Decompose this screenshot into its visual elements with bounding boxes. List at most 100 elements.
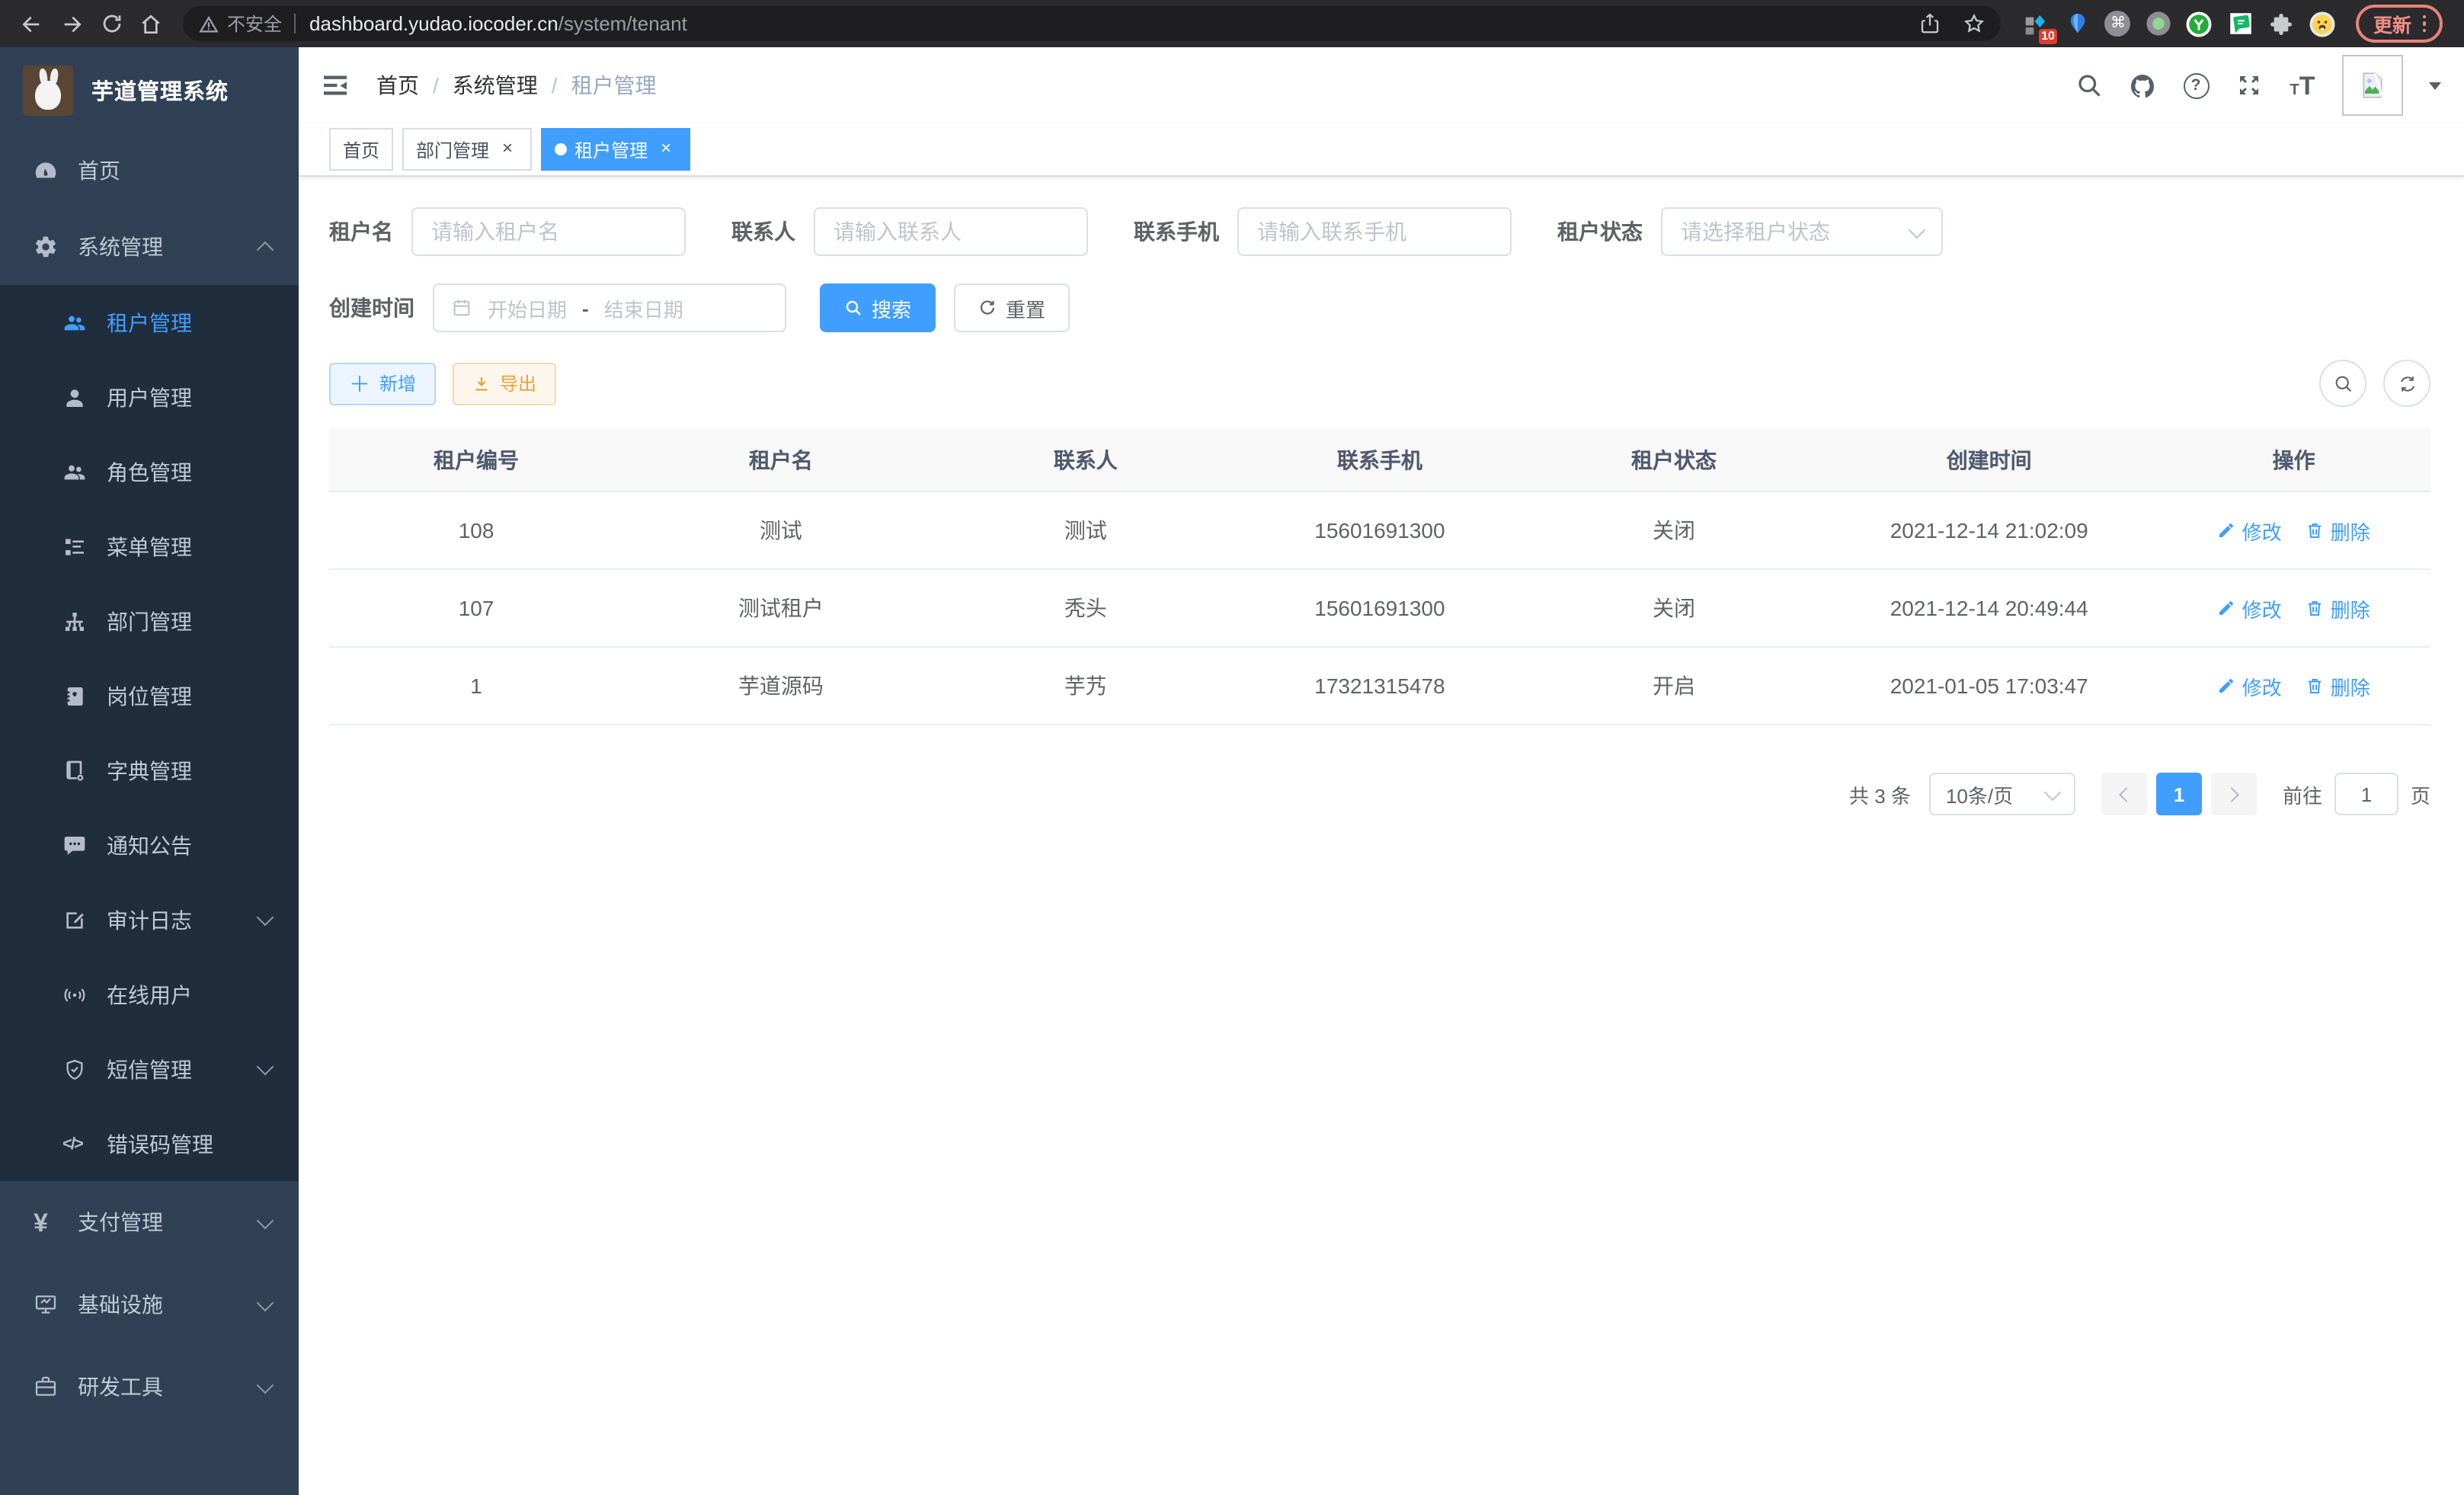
extension-balloon-icon[interactable] — [2064, 10, 2091, 37]
edit-link[interactable]: 修改 — [2218, 516, 2282, 545]
sidebar-logo[interactable]: 芋道管理系统 — [0, 47, 299, 133]
sidebar-item-label: 租户管理 — [107, 307, 192, 338]
font-size-icon[interactable]: TT — [2289, 72, 2316, 99]
home-icon[interactable] — [131, 4, 171, 43]
sidebar-collapse-icon[interactable] — [320, 70, 350, 101]
extensions-puzzle-icon[interactable] — [2268, 10, 2296, 37]
sidebar-item-menu[interactable]: 菜单管理 — [0, 509, 299, 584]
extension-badge: 10 — [2038, 28, 2058, 43]
avatar-dropdown-caret-icon[interactable] — [2429, 82, 2441, 89]
message-icon — [62, 833, 87, 857]
breadcrumb-home[interactable]: 首页 — [376, 70, 419, 101]
export-button[interactable]: 导出 — [453, 362, 556, 405]
status-label: 租户状态 — [1557, 216, 1643, 247]
forward-icon[interactable] — [52, 4, 91, 43]
chevron-left-icon — [2119, 786, 2134, 802]
extension-recorder-icon[interactable] — [2145, 10, 2172, 37]
browser-menu-icon[interactable] — [2422, 15, 2426, 33]
add-button[interactable]: ＋ 新增 — [329, 362, 436, 405]
tab-tenant[interactable]: 租户管理 × — [541, 128, 690, 171]
sidebar-item-notice[interactable]: 通知公告 — [0, 808, 299, 882]
sidebar-item-system[interactable]: 系统管理 — [0, 209, 299, 285]
sidebar-item-error-code[interactable]: </> 错误码管理 — [0, 1106, 299, 1181]
edit-link[interactable]: 修改 — [2218, 671, 2282, 700]
security-label[interactable]: 不安全 — [227, 11, 282, 37]
user-avatar[interactable] — [2342, 55, 2403, 116]
back-icon[interactable] — [12, 4, 52, 43]
profile-avatar-icon[interactable] — [2309, 10, 2337, 37]
toggle-search-icon-button[interactable] — [2319, 360, 2366, 407]
extension-chat-icon[interactable] — [2227, 10, 2254, 37]
sidebar-item-sms[interactable]: 短信管理 — [0, 1032, 299, 1106]
tab-label: 部门管理 — [416, 136, 489, 162]
cell-mobile: 17321315478 — [1233, 647, 1527, 725]
sidebar-item-user[interactable]: 用户管理 — [0, 360, 299, 434]
tab-home[interactable]: 首页 — [329, 128, 393, 171]
sidebar-item-pay[interactable]: ¥ 支付管理 — [0, 1181, 299, 1263]
download-icon — [472, 374, 491, 392]
tenant-name-input[interactable] — [411, 207, 686, 256]
page-size-select[interactable]: 10条/页 — [1929, 773, 2075, 815]
fullscreen-icon[interactable] — [2235, 72, 2263, 99]
date-range-picker[interactable]: 开始日期 - 结束日期 — [433, 283, 786, 332]
sidebar-item-tenant[interactable]: 租户管理 — [0, 285, 299, 360]
refresh-table-icon-button[interactable] — [2383, 360, 2430, 407]
sidebar-item-label: 研发工具 — [78, 1372, 163, 1402]
search-button[interactable]: 搜索 — [820, 283, 936, 332]
sidebar-item-dict[interactable]: 字典管理 — [0, 733, 299, 808]
tags-view-bar: 首页 部门管理 × 租户管理 × — [299, 123, 2464, 177]
bookmark-star-icon[interactable] — [1963, 12, 1986, 35]
current-page-button[interactable]: 1 — [2156, 773, 2202, 815]
tab-label: 首页 — [343, 136, 379, 162]
next-page-button[interactable] — [2211, 773, 2257, 815]
mobile-input[interactable] — [1237, 207, 1512, 256]
gear-icon — [34, 235, 58, 259]
filter-row-2: 创建时间 开始日期 - 结束日期 — [329, 283, 2430, 332]
sidebar-item-audit-log[interactable]: 审计日志 — [0, 882, 299, 957]
delete-link[interactable]: 删除 — [2306, 516, 2370, 545]
close-icon[interactable]: × — [655, 139, 677, 160]
status-select[interactable]: 请选择租户状态 — [1661, 207, 1943, 256]
code-icon: </> — [62, 1135, 87, 1153]
chevron-down-icon — [2044, 783, 2062, 801]
goto-page-input[interactable] — [2334, 773, 2398, 815]
mobile-label: 联系手机 — [1134, 216, 1219, 247]
col-status: 租户状态 — [1527, 428, 1821, 491]
sidebar-item-label: 通知公告 — [107, 830, 192, 860]
edit-link[interactable]: 修改 — [2218, 594, 2282, 623]
col-contact: 联系人 — [939, 428, 1233, 491]
cell-created: 2021-12-14 21:02:09 — [1821, 491, 2157, 569]
tab-dept[interactable]: 部门管理 × — [402, 128, 532, 171]
extension-snippets-icon[interactable]: 10 — [2023, 10, 2050, 37]
breadcrumb-system[interactable]: 系统管理 — [453, 70, 538, 101]
search-icon[interactable] — [2075, 72, 2103, 99]
sidebar-item-dept[interactable]: 部门管理 — [0, 584, 299, 658]
reset-button[interactable]: 重置 — [954, 283, 1070, 332]
delete-link[interactable]: 删除 — [2306, 671, 2370, 700]
sidebar-item-post[interactable]: 岗位管理 — [0, 658, 299, 733]
chrome-update-button[interactable]: 更新 — [2357, 5, 2443, 43]
contact-input[interactable] — [814, 207, 1088, 256]
address-bar[interactable]: 不安全 dashboard.yudao.iocoder.cn /system/t… — [183, 6, 2002, 41]
extension-y-logo-icon[interactable] — [2186, 10, 2213, 37]
date-separator: - — [582, 296, 589, 319]
help-icon[interactable]: ? — [2182, 72, 2210, 99]
extensions-area: 10 ⌘ 更新 — [2014, 5, 2452, 43]
close-icon[interactable]: × — [497, 139, 518, 160]
url-host[interactable]: dashboard.yudao.iocoder.cn — [309, 12, 558, 35]
share-icon[interactable] — [1919, 12, 1942, 35]
sidebar-item-online-user[interactable]: 在线用户 — [0, 957, 299, 1032]
sidebar-item-home[interactable]: 首页 — [0, 133, 299, 209]
col-actions: 操作 — [2157, 428, 2430, 491]
sidebar-item-infra[interactable]: 基础设施 — [0, 1263, 299, 1346]
github-icon[interactable] — [2129, 72, 2156, 99]
prev-page-button[interactable] — [2101, 773, 2147, 815]
cell-created: 2021-12-14 20:49:44 — [1821, 569, 2157, 647]
reload-icon[interactable] — [91, 4, 131, 43]
url-path[interactable]: /system/tenant — [558, 12, 687, 35]
sidebar-item-devtools[interactable]: 研发工具 — [0, 1346, 299, 1428]
sidebar-item-role[interactable]: 角色管理 — [0, 434, 299, 509]
delete-link[interactable]: 删除 — [2306, 594, 2370, 623]
extension-command-icon[interactable]: ⌘ — [2105, 11, 2131, 37]
plus-icon: ＋ — [349, 368, 370, 399]
